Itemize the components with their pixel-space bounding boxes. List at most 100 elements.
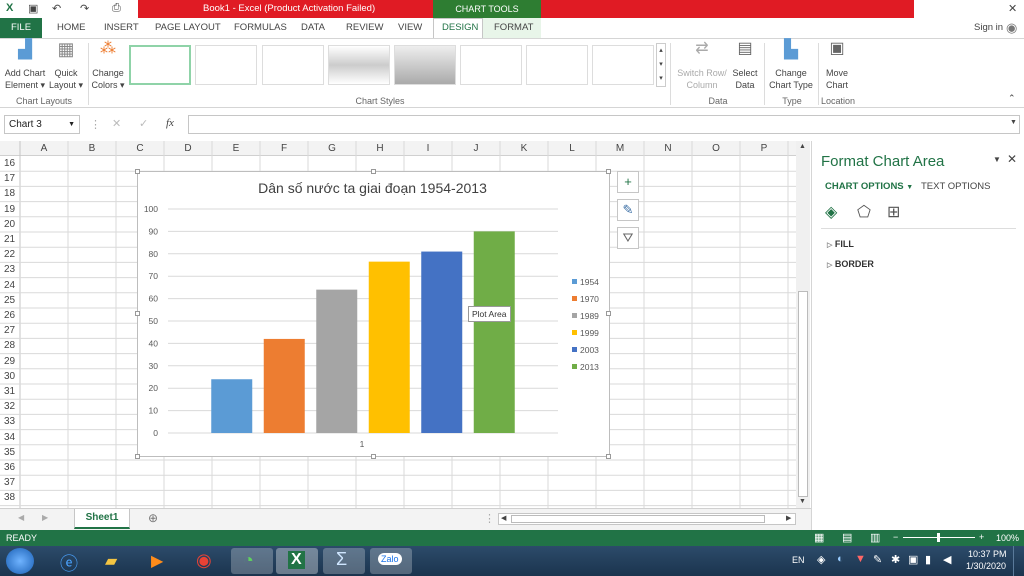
tab-view[interactable]: VIEW bbox=[398, 22, 422, 33]
scroll-thumb[interactable] bbox=[798, 291, 808, 497]
save-icon[interactable]: ▣ bbox=[28, 2, 38, 15]
help-button[interactable]: ? bbox=[922, 2, 928, 14]
prev-sheet-icon[interactable]: ◀ bbox=[18, 513, 24, 522]
resize-handle[interactable] bbox=[606, 169, 611, 174]
taskbar-ie[interactable]: ⓔ bbox=[48, 548, 90, 574]
scroll-down-icon[interactable]: ▼ bbox=[799, 498, 806, 505]
legend-entry[interactable]: 1954 bbox=[580, 277, 599, 287]
tab-file[interactable]: FILE bbox=[0, 18, 42, 38]
sign-in-link[interactable]: Sign in bbox=[974, 22, 1003, 33]
resize-handle[interactable] bbox=[135, 169, 140, 174]
taskbar-zalo[interactable]: Zalo bbox=[370, 548, 412, 574]
chart-svg[interactable]: Dân số nước ta giai đoạn 1954-2013 0 10 20 3… bbox=[138, 172, 611, 458]
resize-handle[interactable] bbox=[371, 169, 376, 174]
tray-icon[interactable]: ✎ bbox=[873, 553, 882, 566]
bar-1970[interactable] bbox=[263, 338, 305, 433]
legend-entry[interactable]: 2003 bbox=[580, 345, 599, 355]
zoom-slider-thumb[interactable] bbox=[937, 533, 940, 542]
effects-icon[interactable]: ⬠ bbox=[857, 202, 871, 222]
tab-data[interactable]: DATA bbox=[301, 22, 325, 33]
page-break-view-icon[interactable]: ▥ bbox=[870, 531, 880, 544]
scroll-right-icon[interactable]: ▶ bbox=[786, 514, 791, 522]
chart-area[interactable]: Dân số nước ta giai đoạn 1954-2013 0 10 20 3… bbox=[137, 171, 610, 457]
print-preview-icon[interactable]: ⎙ bbox=[112, 2, 121, 15]
restore-icon[interactable]: ❐ bbox=[986, 2, 996, 15]
tab-formulas[interactable]: FORMULAS bbox=[234, 22, 287, 33]
tray-icon[interactable]: ▣ bbox=[908, 553, 918, 566]
chart-style-2[interactable] bbox=[195, 45, 257, 85]
network-icon[interactable]: ▮ bbox=[925, 553, 931, 566]
expand-formula-icon[interactable]: ▼ bbox=[1010, 119, 1017, 126]
bar-1954[interactable] bbox=[211, 379, 253, 433]
redo-icon[interactable]: ↷ bbox=[80, 2, 89, 15]
legend-entry[interactable]: 1970 bbox=[580, 294, 599, 304]
add-chart-element-button[interactable]: ▟ Add Chart Element ▾ bbox=[4, 40, 46, 91]
start-button[interactable] bbox=[6, 548, 34, 574]
taskbar-sum-app[interactable]: Σ bbox=[323, 548, 365, 574]
resize-handle[interactable] bbox=[135, 311, 140, 316]
sheet-tab-sheet1[interactable]: Sheet1 bbox=[74, 509, 130, 529]
resize-handle[interactable] bbox=[606, 311, 611, 316]
chart-style-3[interactable] bbox=[262, 45, 324, 85]
tab-design[interactable]: DESIGN bbox=[442, 22, 478, 33]
clock-date[interactable]: 1/30/2020 bbox=[966, 561, 1006, 571]
tab-review[interactable]: REVIEW bbox=[346, 22, 383, 33]
page-layout-view-icon[interactable]: ▤ bbox=[842, 531, 852, 544]
cancel-icon[interactable]: ✕ bbox=[112, 117, 121, 130]
taskbar-explorer[interactable]: ▰ bbox=[93, 548, 135, 574]
tray-icon[interactable]: ◈ bbox=[817, 553, 825, 566]
tab-chart-options[interactable]: CHART OPTIONS ▼ bbox=[825, 181, 913, 192]
change-chart-type-button[interactable]: ▙ Change Chart Type bbox=[766, 40, 816, 91]
tab-text-options[interactable]: TEXT OPTIONS bbox=[921, 181, 991, 192]
fill-line-icon[interactable]: ◈ bbox=[825, 202, 837, 222]
scroll-left-icon[interactable]: ◀ bbox=[501, 514, 506, 522]
chart-style-7[interactable] bbox=[526, 45, 588, 85]
tray-icon[interactable]: ▼ bbox=[855, 553, 866, 565]
vertical-scrollbar[interactable]: ▲ ▼ bbox=[796, 141, 810, 508]
volume-icon[interactable]: ◀ bbox=[943, 553, 951, 566]
legend-entry[interactable]: 1999 bbox=[580, 328, 599, 338]
bar-2003[interactable] bbox=[421, 251, 463, 433]
new-sheet-icon[interactable]: ⊕ bbox=[148, 511, 158, 525]
chart-style-6[interactable] bbox=[460, 45, 522, 85]
zoom-out-icon[interactable]: − bbox=[893, 532, 898, 542]
taskbar-excel[interactable]: X bbox=[276, 548, 318, 574]
zoom-level[interactable]: 100% bbox=[996, 533, 1019, 543]
taskbar-coccoc[interactable]: ◔ bbox=[231, 548, 273, 574]
bar-2013[interactable] bbox=[473, 231, 515, 433]
taskbar-chrome[interactable]: ◉ bbox=[184, 548, 226, 574]
tab-home[interactable]: HOME bbox=[57, 22, 86, 33]
tray-icon[interactable]: ◐ bbox=[837, 553, 844, 565]
bluetooth-icon[interactable]: ✱ bbox=[891, 553, 900, 566]
tab-page-layout[interactable]: PAGE LAYOUT bbox=[155, 22, 221, 33]
chart-style-4[interactable] bbox=[328, 45, 390, 85]
size-properties-icon[interactable]: ⊞ bbox=[887, 202, 900, 222]
enter-icon[interactable]: ✓ bbox=[139, 117, 148, 130]
formula-input[interactable] bbox=[188, 115, 1020, 134]
close-icon[interactable]: ✕ bbox=[1008, 2, 1017, 15]
collapse-ribbon-icon[interactable]: ⌃ bbox=[1008, 93, 1016, 104]
section-fill[interactable]: ▷ FILL bbox=[827, 239, 854, 249]
next-sheet-icon[interactable]: ▶ bbox=[42, 513, 48, 522]
section-border[interactable]: ▷ BORDER bbox=[827, 259, 874, 269]
undo-icon[interactable]: ↶ bbox=[52, 2, 61, 15]
resize-handle[interactable] bbox=[371, 454, 376, 459]
scroll-thumb[interactable] bbox=[511, 515, 765, 523]
quick-layout-button[interactable]: ▦ Quick Layout ▾ bbox=[48, 40, 84, 91]
tab-format[interactable]: FORMAT bbox=[494, 22, 533, 33]
chart-style-5[interactable] bbox=[394, 45, 456, 85]
zoom-in-icon[interactable]: + bbox=[979, 532, 984, 542]
styles-scroll[interactable]: ▴ ▾ ▾ bbox=[656, 43, 666, 87]
legend-entry[interactable]: 1989 bbox=[580, 311, 599, 321]
minimize-icon[interactable]: — bbox=[964, 2, 975, 14]
insert-function-button[interactable]: fx bbox=[166, 117, 174, 129]
pane-close-icon[interactable]: ✕ bbox=[1007, 152, 1017, 166]
show-desktop-button[interactable] bbox=[1013, 546, 1024, 576]
pane-options-icon[interactable]: ▼ bbox=[993, 155, 1001, 164]
horizontal-scrollbar[interactable]: ◀ ▶ bbox=[498, 513, 796, 525]
chart-title[interactable]: Dân số nước ta giai đoạn 1954-2013 bbox=[258, 180, 487, 196]
chart-style-1[interactable] bbox=[129, 45, 191, 85]
select-data-button[interactable]: ▤ Select Data bbox=[730, 41, 760, 91]
chart-elements-button[interactable]: + bbox=[617, 171, 639, 193]
name-box[interactable]: Chart 3 ▼ bbox=[4, 115, 80, 134]
